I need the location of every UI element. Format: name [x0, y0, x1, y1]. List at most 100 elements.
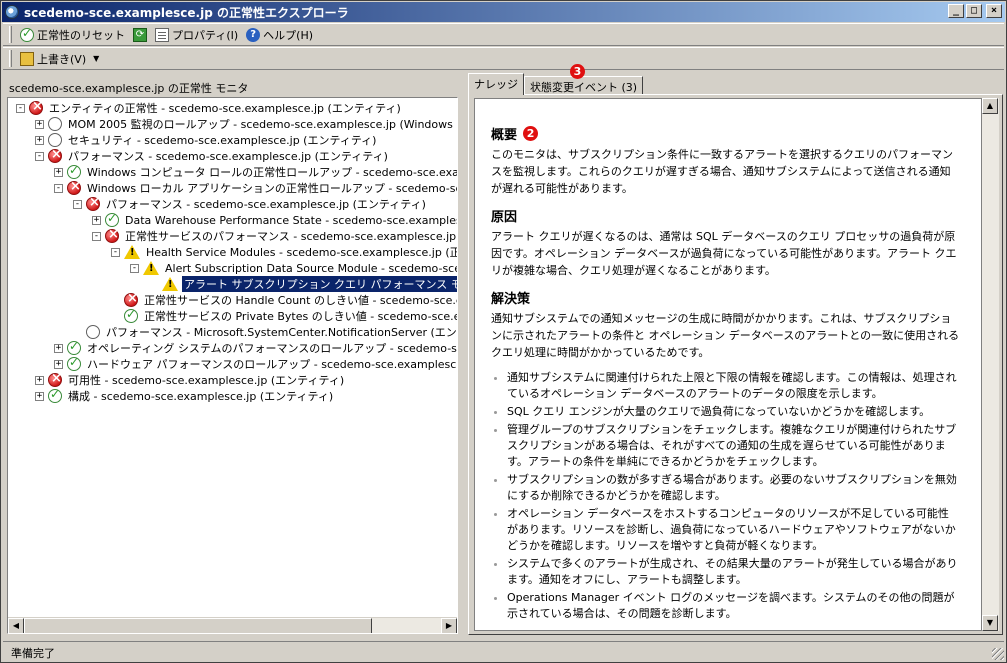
expand-icon[interactable]: +: [35, 119, 44, 129]
resolution-step: システムで多くのアラートが生成され、その結果大量のアラートが発生している場合があ…: [507, 556, 959, 588]
scroll-thumb[interactable]: [24, 618, 372, 633]
health-monitor-tree[interactable]: - エンティティの正常性 - scedemo-sce.examplesce.jp …: [7, 97, 458, 634]
warning-status-icon: [143, 261, 159, 275]
expand-icon[interactable]: +: [54, 167, 63, 177]
tree-node-label: セキュリティ - scedemo-sce.examplesce.jp (エンティ…: [68, 134, 377, 147]
tree-node[interactable]: - Windows ローカル アプリケーションの正常性ロールアップ - scede…: [54, 179, 457, 196]
expand-icon[interactable]: +: [92, 215, 101, 225]
tab-knowledge[interactable]: ナレッジ: [468, 73, 524, 95]
expand-icon[interactable]: +: [35, 391, 44, 401]
healthy-status-icon: [48, 387, 62, 403]
tree-node[interactable]: - パフォーマンス - scedemo-sce.examplesce.jp (エン…: [73, 195, 428, 212]
tree-node[interactable]: + 可用性 - scedemo-sce.examplesce.jp (エンティティ…: [35, 371, 346, 388]
help-label: ヘルプ(H): [263, 28, 314, 42]
refresh-button[interactable]: ⟳: [129, 27, 151, 43]
monitor-pane-header: scedemo-sce.examplesce.jp の正常性 モニタ: [9, 82, 249, 95]
scroll-down-button[interactable]: ▼: [982, 615, 998, 631]
tree-node[interactable]: + セキュリティ - scedemo-sce.examplesce.jp (エンテ…: [35, 132, 378, 148]
override-dropdown[interactable]: 上書き(V) ▼: [16, 50, 103, 68]
tree-viewport: - エンティティの正常性 - scedemo-sce.examplesce.jp …: [8, 98, 458, 618]
not-monitored-icon: [48, 117, 62, 131]
cause-text: アラート クエリが遅くなるのは、通常は SQL データベースのクエリ プロセッサ…: [491, 230, 957, 277]
tree-node[interactable]: パフォーマンス - Microsoft.SystemCenter.Notific…: [73, 324, 457, 340]
tree-node-label: Data Warehouse Performance State - scede…: [125, 213, 458, 227]
help-button[interactable]: ? ヘルプ(H): [242, 26, 317, 44]
tree-node[interactable]: - パフォーマンス - scedemo-sce.examplesce.jp (エン…: [35, 147, 390, 164]
resolution-step: Operations Manager イベント ログのメッセージを調べます。シス…: [507, 590, 959, 622]
collapse-icon[interactable]: -: [54, 183, 63, 193]
resolution-step: オペレーション データベースをホストするコンピュータのリソースが不足している可能…: [507, 506, 959, 554]
error-status-icon: [124, 291, 138, 307]
warning-status-icon: [124, 245, 140, 259]
window-title: scedemo-sce.examplesce.jp の正常性エクスプローラ: [24, 5, 349, 20]
toolbar-grip[interactable]: [9, 50, 12, 67]
status-text: 準備完了: [11, 647, 55, 660]
scroll-up-button[interactable]: ▲: [982, 98, 998, 114]
tree-node[interactable]: + Windows コンピュータ ロールの正常性ロールアップ - scedemo-…: [54, 163, 457, 180]
main-toolbar: 正常性のリセット ⟳ プロパティ(I) ? ヘルプ(H): [3, 23, 1004, 46]
overview-heading: 概要 2: [491, 124, 981, 143]
tree-node[interactable]: - Alert Subscription Data Source Module -…: [130, 260, 457, 276]
healthy-status-icon: [124, 307, 138, 323]
tree-node-label: ハードウェア パフォーマンスのロールアップ - scedemo-sce.exam…: [87, 358, 457, 371]
tree-node-label: エンティティの正常性 - scedemo-sce.examplesce.jp (…: [49, 102, 401, 115]
override-toolbar: 上書き(V) ▼: [3, 47, 1004, 70]
collapse-icon[interactable]: -: [111, 247, 120, 257]
horizontal-scrollbar[interactable]: ◀ ▶: [8, 617, 457, 633]
tree-node[interactable]: - Health Service Modules - scedemo-sce.ex…: [111, 244, 458, 260]
resolution-steps: 通知サブシステムに関連付けられた上限と下限の情報を確認します。この情報は、処理さ…: [491, 370, 981, 622]
title-bar[interactable]: scedemo-sce.examplesce.jp の正常性エクスプローラ _ …: [2, 2, 1005, 22]
tree-node-label: パフォーマンス - scedemo-sce.examplesce.jp (エンテ…: [68, 150, 388, 163]
expand-icon[interactable]: +: [54, 359, 63, 369]
collapse-icon[interactable]: -: [16, 103, 25, 113]
warning-status-icon: [162, 277, 178, 291]
collapse-icon[interactable]: -: [130, 263, 139, 273]
expand-icon[interactable]: +: [54, 343, 63, 353]
expand-icon[interactable]: +: [35, 375, 44, 385]
collapse-icon[interactable]: -: [92, 231, 101, 241]
properties-button[interactable]: プロパティ(I): [151, 26, 242, 44]
healthy-status-icon: [67, 339, 81, 355]
minimize-button[interactable]: _: [948, 4, 964, 18]
error-status-icon: [67, 179, 81, 195]
tree-node[interactable]: + ハードウェア パフォーマンスのロールアップ - scedemo-sce.exa…: [54, 355, 457, 372]
tree-node[interactable]: - エンティティの正常性 - scedemo-sce.examplesce.jp …: [16, 99, 403, 116]
tab-label: ナレッジ: [474, 78, 518, 91]
collapse-icon[interactable]: -: [73, 199, 82, 209]
properties-icon: [155, 27, 169, 42]
tree-node[interactable]: 正常性サービスの Handle Count のしきい値 - scedemo-sc…: [111, 291, 457, 308]
tree-node[interactable]: - 正常性サービスのパフォーマンス - scedemo-sce.examplesc…: [92, 227, 457, 244]
resolution-step: サブスクリプションの数が多すぎる場合があります。必要のないサブスクリプションを無…: [507, 472, 959, 504]
tree-node-label: 可用性 - scedemo-sce.examplesce.jp (エンティティ): [68, 374, 345, 387]
tree-node-label: 構成 - scedemo-sce.examplesce.jp (エンティティ): [68, 390, 334, 403]
status-bar: 準備完了: [3, 641, 1004, 661]
vertical-scrollbar[interactable]: ▲ ▼: [982, 98, 999, 631]
reset-health-label: 正常性のリセット: [37, 28, 125, 42]
scroll-left-button[interactable]: ◀: [8, 618, 24, 633]
tree-node-label: アラート サブスクリプション クエリ パフォーマンス モニタ: [182, 276, 457, 292]
collapse-icon[interactable]: -: [35, 151, 44, 161]
tree-node[interactable]: + Data Warehouse Performance State - sced…: [92, 211, 458, 228]
resize-grip[interactable]: [992, 648, 1004, 660]
tree-node-label: Health Service Modules - scedemo-sce.exa…: [146, 246, 458, 259]
close-button[interactable]: ×: [986, 4, 1002, 18]
tree-node[interactable]: + MOM 2005 監視のロールアップ - scedemo-sce.exampl…: [35, 116, 457, 132]
error-status-icon: [86, 195, 100, 211]
tree-node[interactable]: + 構成 - scedemo-sce.examplesce.jp (エンティティ): [35, 387, 335, 404]
toolbar-grip[interactable]: [9, 26, 12, 43]
expand-icon[interactable]: +: [35, 135, 44, 145]
tree-node[interactable]: + オペレーティング システムのパフォーマンスのロールアップ - scedemo-…: [54, 339, 457, 356]
maximize-button[interactable]: □: [966, 4, 982, 18]
resolution-step: 通知サブシステムに関連付けられた上限と下限の情報を確認します。この情報は、処理さ…: [507, 370, 959, 402]
healthy-status-icon: [67, 355, 81, 371]
reset-health-button[interactable]: 正常性のリセット: [16, 26, 129, 44]
knowledge-pane: 概要 2 このモニタは、サブスクリプション条件に一致するアラートを選択するクエリ…: [468, 94, 1003, 635]
tab-label: 状態変更イベント (3): [530, 81, 638, 94]
tree-node[interactable]: アラート サブスクリプション クエリ パフォーマンス モニタ1: [149, 276, 457, 292]
scroll-right-button[interactable]: ▶: [441, 618, 457, 633]
override-label: 上書き(V): [37, 52, 87, 66]
callout-badge-2: 2: [523, 126, 539, 141]
tab-state-change-events[interactable]: 状態変更イベント (3) 3: [524, 64, 644, 95]
tree-node[interactable]: 正常性サービスの Private Bytes のしきい値 - scedemo-s…: [111, 307, 457, 324]
chevron-down-icon: ▼: [93, 54, 100, 63]
